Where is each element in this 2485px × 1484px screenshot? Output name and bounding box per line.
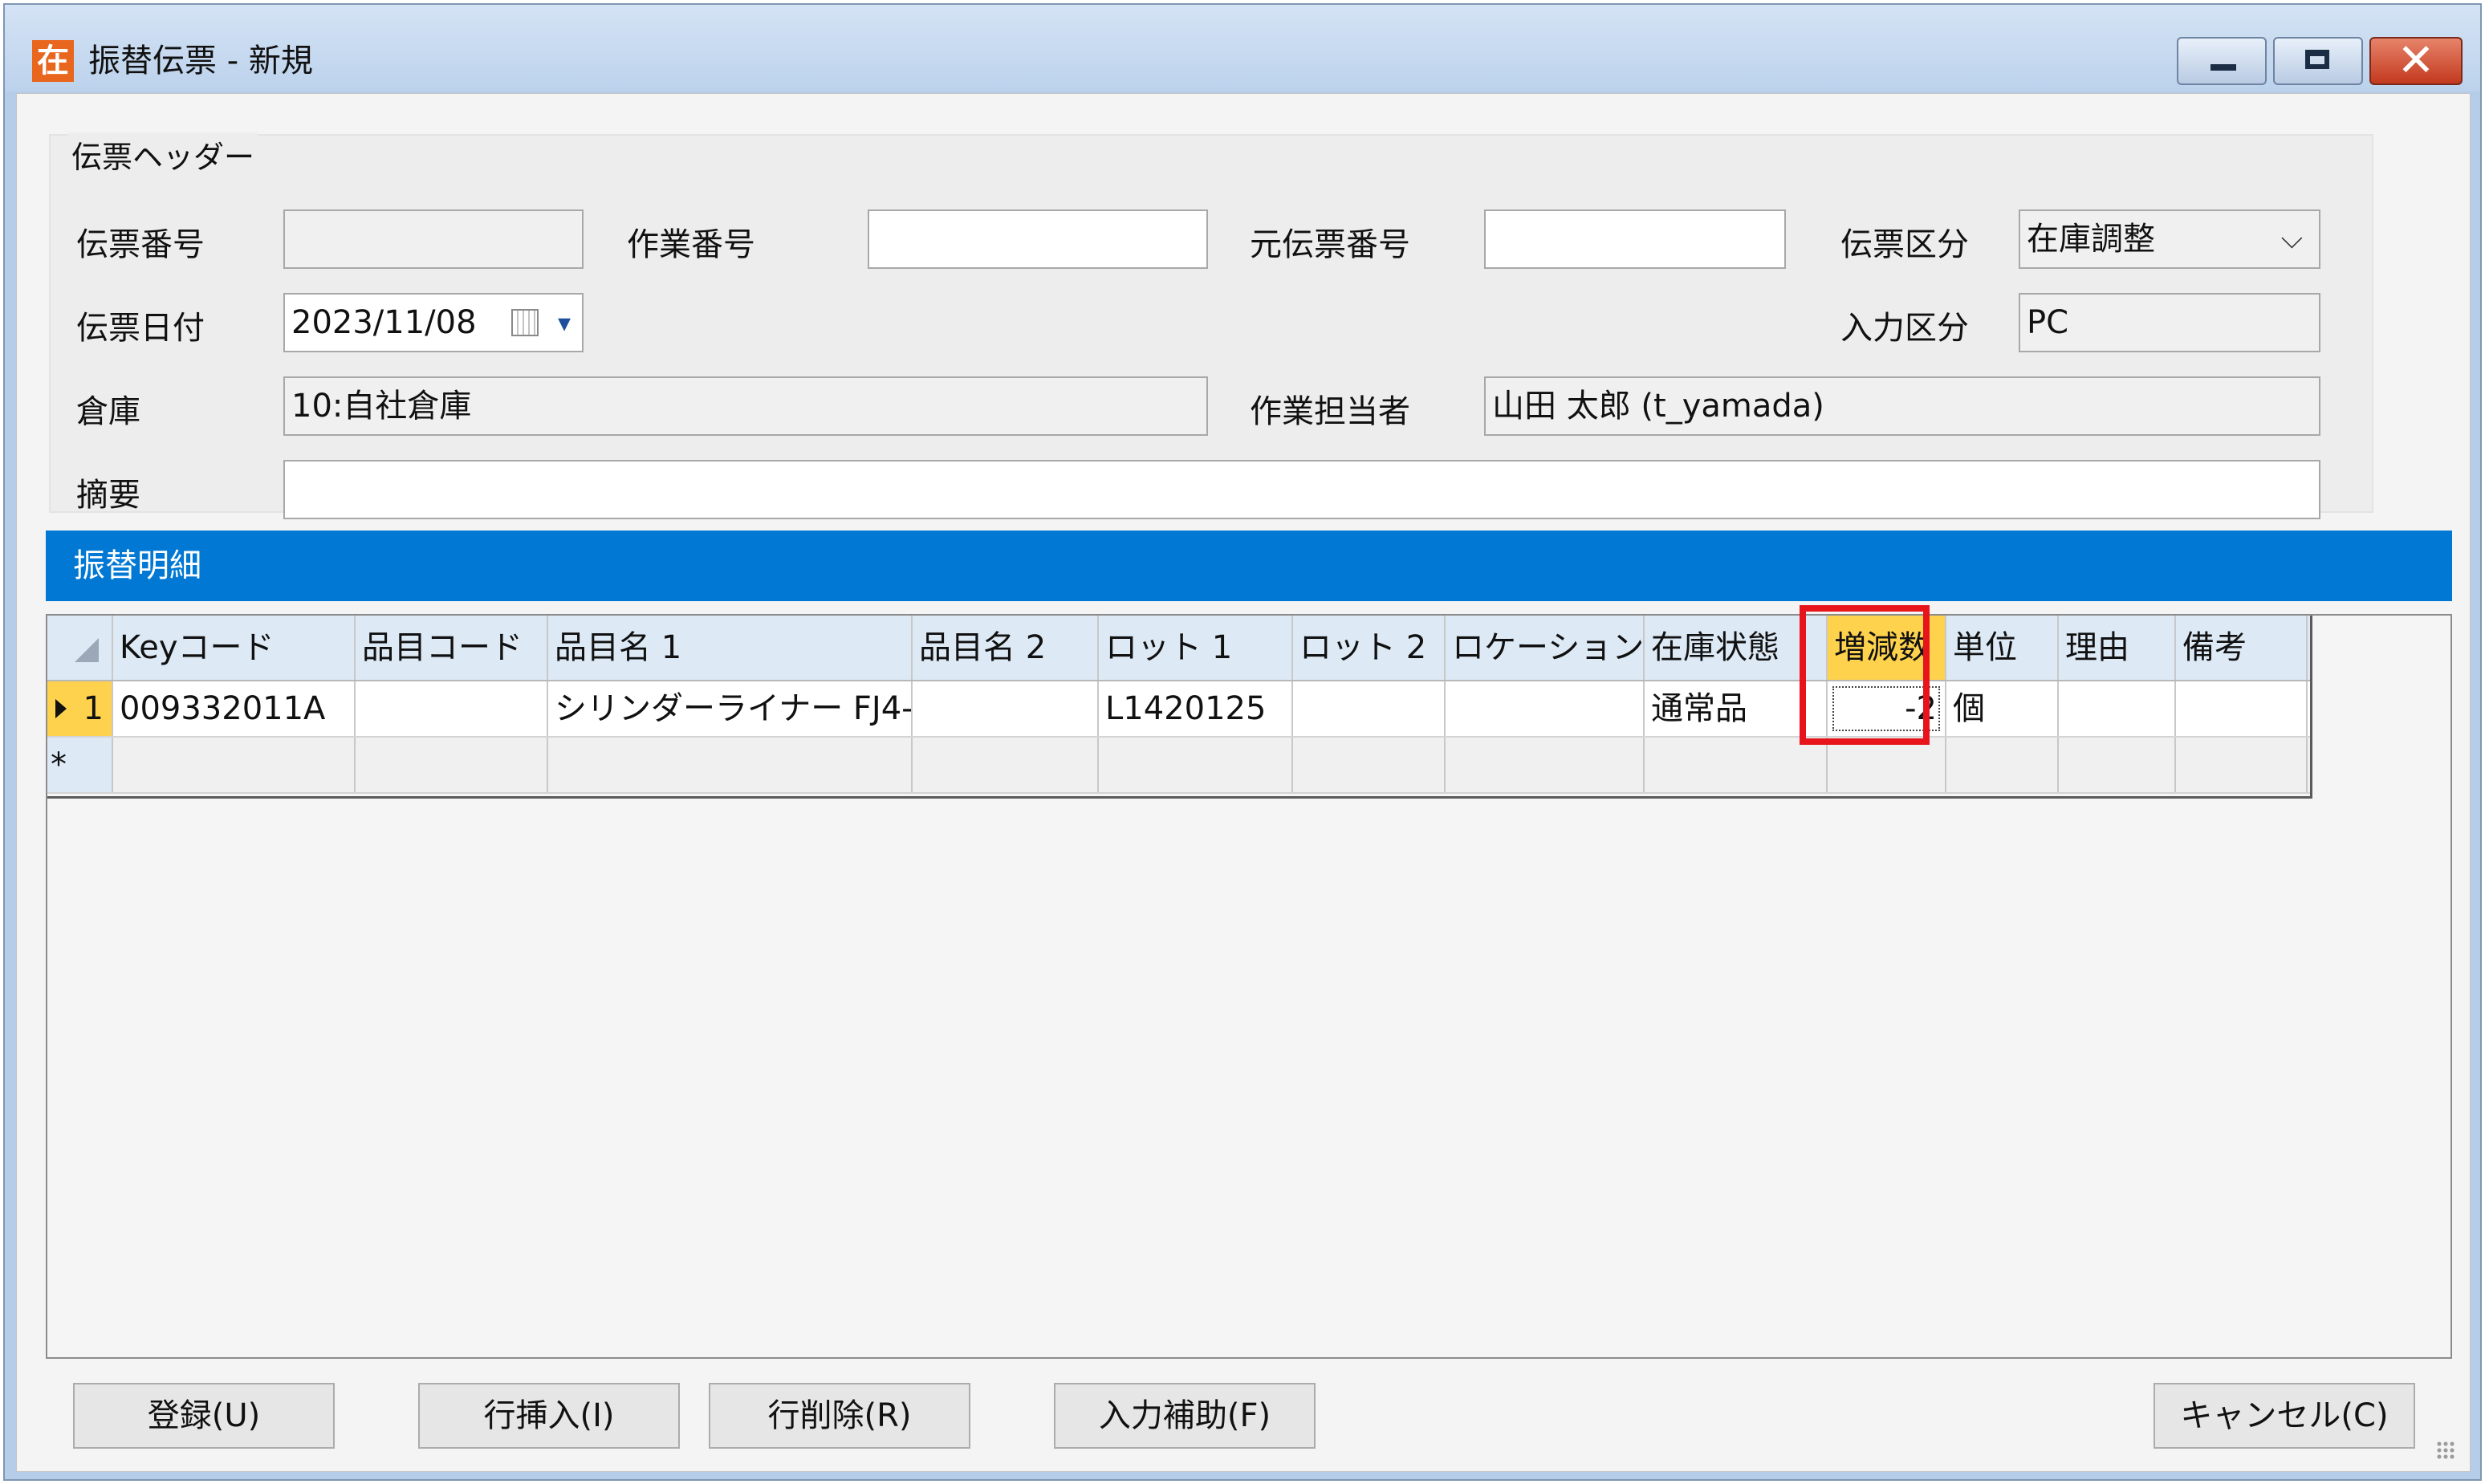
input-assist-button[interactable]: 入力補助(F) xyxy=(1054,1383,1316,1449)
app-logo-icon: 在 xyxy=(32,40,74,82)
memo-label: 摘要 xyxy=(76,477,140,514)
cell-lot-2[interactable] xyxy=(1293,681,1446,736)
table-row[interactable]: 1 009332011A シリンダーライナー FJ4-1 L1420125 通常… xyxy=(47,681,2310,738)
warehouse-field[interactable]: 10:自社倉庫 xyxy=(283,376,1208,436)
slip-type-select[interactable]: 在庫調整 ⌵ xyxy=(2019,209,2320,269)
cell-lot-1[interactable]: L1420125 xyxy=(1099,681,1293,736)
column-header-item-name-1[interactable]: 品目名 1 xyxy=(548,616,913,680)
new-cell[interactable] xyxy=(2176,738,2308,792)
new-cell[interactable] xyxy=(1446,738,1645,792)
row-header[interactable]: 1 xyxy=(47,681,113,736)
client-area: 伝票ヘッダー 伝票番号 作業番号 元伝票番号 伝票区分 在庫調整 ⌵ 伝票日付 … xyxy=(16,93,2471,1472)
dropdown-arrow-icon[interactable]: ▾ xyxy=(558,295,571,351)
worker-label: 作業担当者 xyxy=(1250,393,1410,430)
new-row[interactable]: * xyxy=(47,738,2310,794)
column-header-key-code[interactable]: Keyコード xyxy=(113,616,356,680)
new-cell[interactable] xyxy=(1293,738,1446,792)
new-row-marker: * xyxy=(51,746,67,783)
cell-notes[interactable] xyxy=(2176,681,2308,736)
maximize-icon xyxy=(2305,50,2329,69)
row-number: 1 xyxy=(83,690,104,727)
warehouse-label: 倉庫 xyxy=(76,393,140,430)
cell-item-name-1[interactable]: シリンダーライナー FJ4-1 xyxy=(548,681,913,736)
new-cell[interactable] xyxy=(1099,738,1293,792)
slip-date-label: 伝票日付 xyxy=(76,310,205,347)
chevron-down-icon: ⌵ xyxy=(2280,222,2303,255)
slip-date-picker[interactable]: 2023/11/08 ▾ xyxy=(283,293,584,352)
cell-reason[interactable] xyxy=(2059,681,2176,736)
orig-slip-no-label: 元伝票番号 xyxy=(1250,226,1410,263)
column-header-notes[interactable]: 備考 xyxy=(2176,616,2308,680)
app-window: 在 振替伝票 - 新規 ✕ 伝票ヘッダー 伝票番号 作業番号 元伝票番号 伝票区… xyxy=(3,3,2482,1481)
column-header-location[interactable]: ロケーション xyxy=(1446,616,1645,680)
column-header-item-code[interactable]: 品目コード xyxy=(356,616,548,680)
insert-row-button[interactable]: 行挿入(I) xyxy=(418,1383,680,1449)
maximize-button[interactable] xyxy=(2273,37,2363,85)
calendar-icon[interactable] xyxy=(511,309,539,336)
cell-location[interactable] xyxy=(1446,681,1645,736)
work-no-label: 作業番号 xyxy=(627,226,755,263)
new-cell[interactable] xyxy=(2059,738,2176,792)
slip-header-group: 伝票ヘッダー 伝票番号 作業番号 元伝票番号 伝票区分 在庫調整 ⌵ 伝票日付 … xyxy=(49,132,2373,519)
detail-grid[interactable]: Keyコード 品目コード 品目名 1 品目名 2 ロット 1 ロット 2 ロケー… xyxy=(47,616,2312,799)
cell-unit[interactable]: 個 xyxy=(1946,681,2059,736)
detail-grid-area: Keyコード 品目コード 品目名 1 品目名 2 ロット 1 ロット 2 ロケー… xyxy=(46,614,2452,1359)
orig-slip-no-field[interactable] xyxy=(1484,209,1786,269)
slip-no-label: 伝票番号 xyxy=(76,226,205,263)
annotation-highlight-box xyxy=(1800,605,1930,745)
register-button[interactable]: 登録(U) xyxy=(73,1383,335,1449)
column-header-reason[interactable]: 理由 xyxy=(2059,616,2176,680)
delete-row-button[interactable]: 行削除(R) xyxy=(709,1383,970,1449)
resize-grip-icon[interactable] xyxy=(2436,1441,2455,1460)
close-icon: ✕ xyxy=(2397,35,2435,87)
worker-field[interactable]: 山田 太郎 (t_yamada) xyxy=(1484,376,2320,436)
new-cell[interactable] xyxy=(548,738,913,792)
new-cell[interactable] xyxy=(113,738,356,792)
slip-type-label: 伝票区分 xyxy=(1840,226,1969,263)
select-all-icon xyxy=(75,638,99,662)
close-button[interactable]: ✕ xyxy=(2369,37,2463,85)
slip-type-value: 在庫調整 xyxy=(2027,221,2155,258)
column-header-item-name-2[interactable]: 品目名 2 xyxy=(913,616,1099,680)
column-header-lot-2[interactable]: ロット 2 xyxy=(1293,616,1446,680)
cell-item-name-2[interactable] xyxy=(913,681,1099,736)
minimize-button[interactable] xyxy=(2177,37,2267,85)
work-no-field[interactable] xyxy=(868,209,1208,269)
cell-key-code[interactable]: 009332011A xyxy=(113,681,356,736)
memo-field[interactable] xyxy=(283,460,2320,519)
column-header-lot-1[interactable]: ロット 1 xyxy=(1099,616,1293,680)
new-cell[interactable] xyxy=(1645,738,1828,792)
cell-item-code[interactable] xyxy=(356,681,548,736)
slip-date-value: 2023/11/08 xyxy=(291,304,477,341)
new-row-header[interactable]: * xyxy=(47,738,113,792)
title-bar[interactable]: 在 振替伝票 - 新規 ✕ xyxy=(5,5,2480,91)
new-cell[interactable] xyxy=(356,738,548,792)
column-header-unit[interactable]: 単位 xyxy=(1946,616,2059,680)
new-cell[interactable] xyxy=(913,738,1099,792)
current-row-arrow-icon xyxy=(55,699,67,718)
input-type-label: 入力区分 xyxy=(1840,310,1969,347)
detail-section-header: 振替明細 xyxy=(46,531,2452,601)
grid-header-row: Keyコード 品目コード 品目名 1 品目名 2 ロット 1 ロット 2 ロケー… xyxy=(47,616,2310,681)
group-legend: 伝票ヘッダー xyxy=(68,132,258,177)
new-cell[interactable] xyxy=(1946,738,2059,792)
new-cell[interactable] xyxy=(1828,738,1946,792)
select-all-corner[interactable] xyxy=(47,616,113,680)
window-title: 振替伝票 - 新規 xyxy=(88,43,313,79)
slip-no-field[interactable] xyxy=(283,209,584,269)
input-type-field[interactable]: PC xyxy=(2019,293,2320,352)
minimize-icon xyxy=(2210,64,2236,71)
cancel-button[interactable]: キャンセル(C) xyxy=(2154,1383,2415,1449)
